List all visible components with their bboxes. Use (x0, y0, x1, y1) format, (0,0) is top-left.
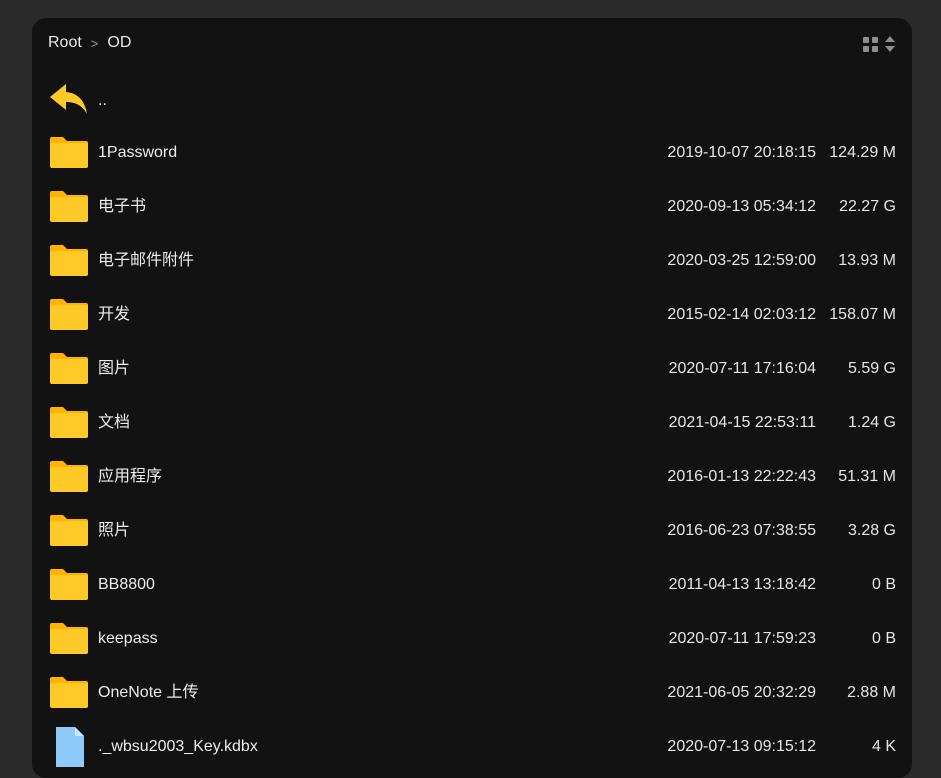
folder-icon (50, 245, 88, 276)
file-name[interactable]: OneNote 上传 (98, 666, 199, 720)
modified-date: 2011-04-13 13:18:42 (668, 576, 816, 593)
breadcrumb: Root > OD (48, 34, 131, 52)
file-name[interactable]: 开发 (98, 288, 130, 342)
file-icon (56, 727, 84, 767)
file-name[interactable]: BB8800 (98, 558, 155, 612)
file-browser-panel: Root > OD .. 1Password 2019-10-07 20:18:1… (32, 18, 912, 778)
file-name[interactable]: 照片 (98, 504, 130, 558)
file-row[interactable]: 图片 2020-07-11 17:16:04 5.59 G (32, 342, 912, 396)
file-row[interactable]: 文档 2021-04-15 22:53:11 1.24 G (32, 396, 912, 450)
file-name[interactable]: 电子邮件附件 (98, 234, 194, 288)
file-row[interactable]: 照片 2016-06-23 07:38:55 3.28 G (32, 504, 912, 558)
file-row[interactable]: 1Password 2019-10-07 20:18:15 124.29 M (32, 126, 912, 180)
folder-icon (50, 677, 88, 708)
grid-view-icon[interactable] (863, 36, 878, 52)
file-size: 1.24 G (847, 414, 896, 431)
modified-date: 2020-07-13 09:15:12 (667, 738, 816, 755)
file-name[interactable]: ._wbsu2003_Key.kdbx (98, 720, 258, 774)
modified-date: 2020-09-13 05:34:12 (667, 198, 816, 215)
modified-date: 2015-02-14 02:03:12 (667, 306, 816, 323)
file-row[interactable]: BB8800 2011-04-13 13:18:42 0 B (32, 558, 912, 612)
file-size: 4 K (871, 738, 896, 755)
modified-date: 2021-06-05 20:32:29 (667, 684, 816, 701)
file-row[interactable]: 电子书 2020-09-13 05:34:12 22.27 G (32, 180, 912, 234)
modified-date: 2020-03-25 12:59:00 (667, 252, 816, 269)
parent-directory-label: .. (98, 92, 107, 109)
breadcrumb-separator: > (90, 35, 99, 51)
toolbar: Root > OD (32, 18, 912, 68)
folder-icon (50, 515, 88, 546)
file-size: 0 B (871, 576, 896, 593)
file-name[interactable]: 应用程序 (98, 450, 162, 504)
file-row[interactable]: ._wbsu2003_Key.kdbx 2020-07-13 09:15:12 4 … (32, 720, 912, 774)
file-name[interactable]: keepass (98, 612, 158, 666)
file-size: 22.27 G (839, 198, 896, 215)
folder-icon (50, 353, 88, 384)
file-list: .. 1Password 2019-10-07 20:18:15 124.29 M … (32, 72, 912, 774)
file-name[interactable]: 1Password (98, 126, 177, 180)
file-size: 0 B (871, 630, 896, 647)
file-size: 5.59 G (847, 360, 896, 377)
folder-icon (50, 137, 88, 168)
file-row[interactable]: keepass 2020-07-11 17:59:23 0 B (32, 612, 912, 666)
file-row[interactable]: OneNote 上传 2021-06-05 20:32:29 2.88 M (32, 666, 912, 720)
folder-icon (50, 569, 88, 600)
back-arrow-icon (50, 84, 87, 114)
folder-icon (50, 623, 88, 654)
modified-date: 2016-06-23 07:38:55 (667, 522, 816, 539)
file-size: 2.88 M (847, 684, 896, 701)
folder-icon (50, 461, 88, 492)
parent-directory-row[interactable]: .. (32, 72, 912, 126)
modified-date: 2016-01-13 22:22:43 (667, 468, 816, 485)
modified-date: 2020-07-11 17:16:04 (668, 360, 816, 377)
modified-date: 2019-10-07 20:18:15 (667, 144, 816, 161)
file-row[interactable]: 应用程序 2016-01-13 22:22:43 51.31 M (32, 450, 912, 504)
file-row[interactable]: 开发 2015-02-14 02:03:12 158.07 M (32, 288, 912, 342)
modified-date: 2021-04-15 22:53:11 (668, 414, 816, 431)
breadcrumb-current[interactable]: OD (107, 34, 131, 52)
view-controls (863, 35, 896, 53)
file-size: 158.07 M (829, 306, 896, 323)
modified-date: 2020-07-11 17:59:23 (668, 630, 816, 647)
folder-icon (50, 407, 88, 438)
file-name[interactable]: 电子书 (98, 180, 146, 234)
file-size: 124.29 M (829, 144, 896, 161)
file-size: 3.28 G (847, 522, 896, 539)
folder-icon (50, 299, 88, 330)
breadcrumb-root[interactable]: Root (48, 34, 82, 52)
file-row[interactable]: 电子邮件附件 2020-03-25 12:59:00 13.93 M (32, 234, 912, 288)
sort-icon[interactable] (884, 35, 896, 53)
folder-icon (50, 191, 88, 222)
file-name[interactable]: 图片 (98, 342, 130, 396)
file-size: 13.93 M (838, 252, 896, 269)
file-name[interactable]: 文档 (98, 396, 130, 450)
file-size: 51.31 M (838, 468, 896, 485)
